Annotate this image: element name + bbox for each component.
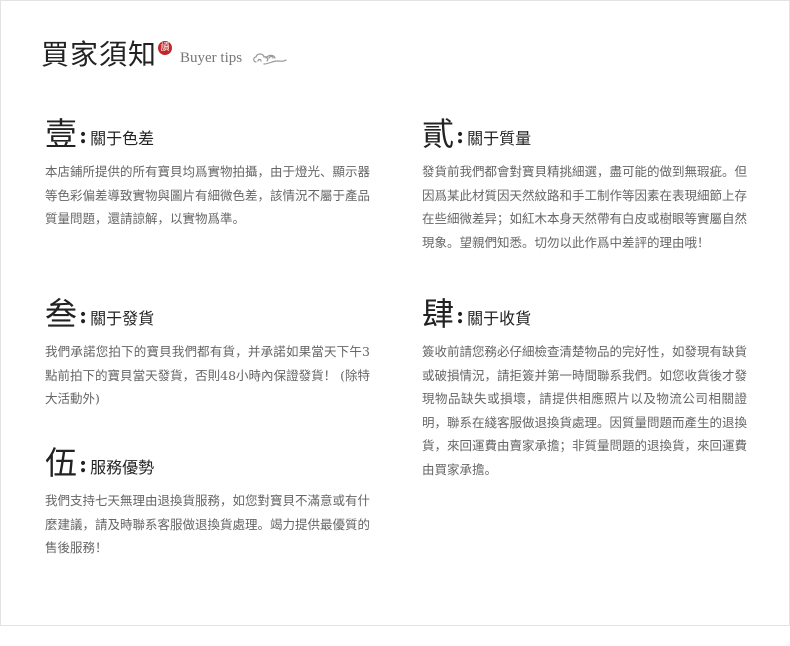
section-title: 關于收貨 (467, 309, 532, 328)
section-body: 本店鋪所提供的所有寶貝均爲實物拍攝，由于燈光、顯示器等色彩偏差導致實物與圖片有細… (45, 164, 371, 226)
section-numeral: 肆 (422, 295, 455, 333)
section-service-advantage: 伍 : 服務優勢 我們支持七天無理由退換貨服務，如您對寶貝不滿意或有什麼建議，請… (45, 444, 370, 560)
section-body: 簽收前請您務必仔細檢查清楚物品的完好性，如發現有缺貨或破損情況，請拒簽并第一時間… (422, 344, 748, 477)
section-colon: : (79, 452, 88, 478)
section-colon: : (456, 123, 465, 149)
section-shipping: 叁 : 關于發貨 我們承諾您拍下的寶貝我們都有貨，并承諾如果當天下午3點前拍下的… (45, 295, 370, 411)
section-heading: 貳 : 關于質量 (422, 115, 747, 151)
page-header: 買家須知 讀 Buyer tips (41, 39, 288, 71)
section-numeral: 叁 (45, 295, 78, 333)
section-color-difference: 壹 : 關于色差 本店鋪所提供的所有寶貝均爲實物拍攝，由于燈光、顯示器等色彩偏差… (45, 115, 370, 231)
section-numeral: 貳 (422, 115, 455, 153)
section-heading: 壹 : 關于色差 (45, 115, 370, 151)
section-colon: : (79, 123, 88, 149)
red-seal-icon: 讀 (158, 41, 173, 55)
section-title: 關于色差 (90, 129, 155, 148)
section-heading: 伍 : 服務優勢 (45, 444, 370, 480)
section-receiving: 肆 : 關于收貨 簽收前請您務必仔細檢查清楚物品的完好性，如發現有缺貨或破損情況… (422, 295, 747, 481)
section-quality: 貳 : 關于質量 發貨前我們都會對寶貝精挑細選，盡可能的做到無瑕疵。但因爲某此材… (422, 115, 747, 254)
page-subtitle: Buyer tips (180, 50, 243, 66)
section-body: 我們支持七天無理由退換貨服務，如您對寶貝不滿意或有什麼建議，請及時聯系客服做退換… (45, 493, 371, 555)
page-title: 買家須知 (41, 38, 158, 71)
section-title: 服務優勢 (90, 458, 155, 477)
section-body: 我們承諾您拍下的寶貝我們都有貨，并承諾如果當天下午3點前拍下的寶貝當天發貨，否則… (45, 344, 370, 406)
section-colon: : (79, 303, 88, 329)
section-body: 發貨前我們都會對寶貝精挑細選，盡可能的做到無瑕疵。但因爲某此材質因天然紋路和手工… (422, 164, 748, 250)
section-title: 關于質量 (467, 129, 532, 148)
section-title: 關于發貨 (90, 309, 155, 328)
section-numeral: 壹 (45, 115, 78, 153)
section-colon: : (456, 303, 465, 329)
section-heading: 叁 : 關于發貨 (45, 295, 370, 331)
buyer-tips-panel: 買家須知 讀 Buyer tips 壹 : 關于色差 本店鋪所提供的所有寶貝均爲… (0, 0, 790, 626)
section-numeral: 伍 (45, 444, 78, 482)
section-heading: 肆 : 關于收貨 (422, 295, 747, 331)
auspicious-cloud-icon (253, 53, 287, 65)
